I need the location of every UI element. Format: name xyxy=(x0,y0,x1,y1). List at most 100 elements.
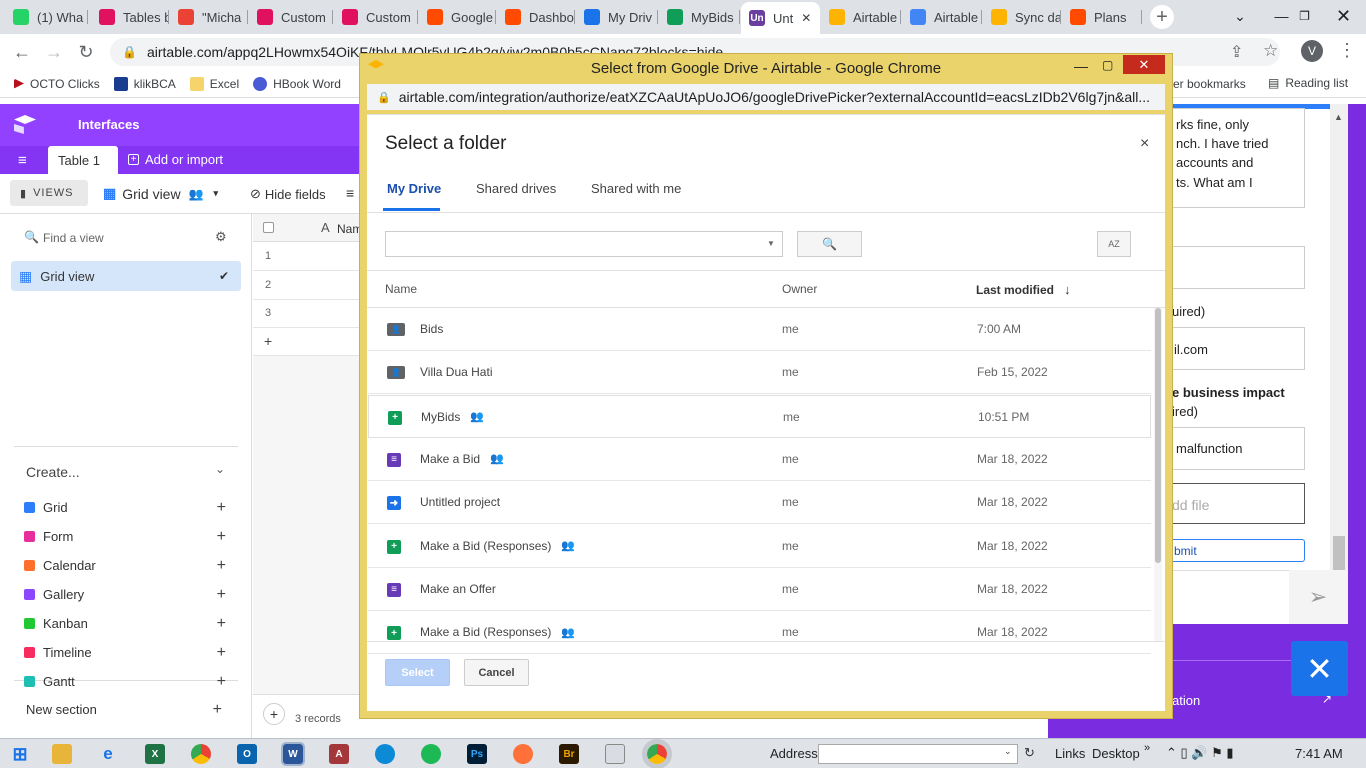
system-tray-icons[interactable]: ⌃ ▯ 🔊 ⚑ ▮ xyxy=(1166,745,1234,761)
plus-icon[interactable]: + xyxy=(217,499,226,517)
cancel-button[interactable]: Cancel xyxy=(464,659,529,686)
impact-field[interactable]: malfunction xyxy=(1168,427,1305,470)
browser-tab[interactable]: Dashbo xyxy=(497,4,575,30)
list-item[interactable]: + Make a Bid (Responses) 👥 me Mar 18, 2022 xyxy=(368,611,1151,655)
create-item-timeline[interactable]: Timeline + xyxy=(24,644,234,662)
outlook-icon[interactable]: O xyxy=(237,744,257,764)
browser-tab[interactable]: Google xyxy=(419,4,496,30)
filter-icon[interactable]: ≡ xyxy=(346,185,354,201)
list-scrollbar[interactable] xyxy=(1154,308,1162,641)
send-icon[interactable]: ➢ xyxy=(1289,570,1347,624)
interfaces-tab[interactable]: Interfaces xyxy=(78,117,139,132)
search-input[interactable] xyxy=(385,231,783,257)
tab-shared-with-me[interactable]: Shared with me xyxy=(591,181,681,196)
bridge-icon[interactable]: Br xyxy=(559,744,579,764)
new-tab-button[interactable]: + xyxy=(1150,5,1174,29)
panel-scrollbar[interactable] xyxy=(1330,104,1348,624)
browser-tab[interactable]: Tables b xyxy=(91,4,169,30)
close-tab-icon[interactable]: ✕ xyxy=(801,11,811,25)
message-input[interactable] xyxy=(1168,570,1289,624)
browser-tab[interactable]: Sync da xyxy=(983,4,1061,30)
sidebar-grid-view[interactable]: ▦ Grid view ✔ xyxy=(11,261,241,291)
column-header-owner[interactable]: Owner xyxy=(782,282,817,296)
edge-icon[interactable] xyxy=(375,744,395,764)
popup-address-bar[interactable]: 🔒 airtable.com/integration/authorize/eat… xyxy=(367,84,1165,110)
plus-icon[interactable]: + xyxy=(217,644,226,662)
internet-explorer-icon[interactable]: e xyxy=(98,744,118,764)
new-section-button[interactable]: New section + xyxy=(26,701,236,718)
bookmark-excel[interactable]: Excel xyxy=(189,76,239,91)
back-button[interactable]: ← xyxy=(6,36,38,68)
profile-avatar[interactable]: V xyxy=(1301,40,1323,62)
browser-tab[interactable]: Plans xyxy=(1062,4,1142,30)
list-item[interactable]: ≡ Make an Offer me Mar 18, 2022 xyxy=(368,568,1151,611)
browser-tab[interactable]: Custom xyxy=(334,4,418,30)
views-toggle[interactable]: ▮ VIEWS xyxy=(10,180,88,206)
plus-icon[interactable]: + xyxy=(217,586,226,604)
create-item-calendar[interactable]: Calendar + xyxy=(24,557,234,575)
windows-start-icon[interactable]: ⊞ xyxy=(10,744,30,764)
description-textarea[interactable]: rks fine, only nch. I have tried account… xyxy=(1168,108,1305,208)
plus-icon[interactable]: + xyxy=(217,557,226,575)
tab-my-drive[interactable]: My Drive xyxy=(387,181,441,196)
gear-icon[interactable]: ⚙ xyxy=(215,229,227,245)
create-item-gallery[interactable]: Gallery + xyxy=(24,586,234,604)
close-window-button[interactable]: ✕ xyxy=(1321,0,1366,32)
word-icon[interactable]: W xyxy=(281,742,305,766)
browser-tab[interactable]: My Driv xyxy=(576,4,658,30)
search-options-icon[interactable]: ▼ xyxy=(767,239,775,248)
list-item[interactable]: + Make a Bid (Responses) 👥 me Mar 18, 2022 xyxy=(368,525,1151,568)
search-button[interactable]: 🔍 xyxy=(797,231,862,257)
star-icon[interactable]: ☆ xyxy=(1263,41,1278,61)
hamburger-icon[interactable]: ≡ xyxy=(18,152,27,169)
close-icon[interactable]: × xyxy=(1140,135,1149,153)
forward-button[interactable]: → xyxy=(38,36,70,68)
desktop-toolbar[interactable]: Desktop xyxy=(1092,746,1140,761)
list-item[interactable]: + MyBids 👥 me 10:51 PM xyxy=(368,394,1151,438)
submit-button[interactable]: bmit xyxy=(1168,539,1305,562)
refresh-icon[interactable]: ↻ xyxy=(1024,745,1035,761)
share-icon[interactable]: ⇪ xyxy=(1230,42,1243,62)
other-bookmarks[interactable]: er bookmarks xyxy=(1173,77,1246,91)
chrome-active-icon[interactable] xyxy=(642,739,672,768)
reading-list[interactable]: ▤ Reading list xyxy=(1268,76,1348,90)
create-item-grid[interactable]: Grid + xyxy=(24,499,234,517)
list-item[interactable]: ≡ Make a Bid 👥 me Mar 18, 2022 xyxy=(368,438,1151,481)
plus-icon[interactable]: + xyxy=(217,615,226,633)
calculator-icon[interactable] xyxy=(605,744,625,764)
browser-tab[interactable]: Airtable xyxy=(902,4,982,30)
photoshop-icon[interactable]: Ps xyxy=(467,744,487,764)
grid-view-switcher[interactable]: ▦ Grid view 👥 ▾ xyxy=(103,185,218,202)
create-item-gantt[interactable]: Gantt + xyxy=(24,673,234,690)
excel-icon[interactable]: X xyxy=(145,744,165,764)
scroll-up-icon[interactable]: ▲ xyxy=(1334,112,1343,122)
address-input[interactable] xyxy=(818,744,1018,764)
file-explorer-icon[interactable] xyxy=(52,744,72,764)
create-item-kanban[interactable]: Kanban + xyxy=(24,615,234,633)
menu-icon[interactable]: ⋮ xyxy=(1338,40,1356,61)
create-item-form[interactable]: Form + xyxy=(24,528,234,545)
chevron-down-icon[interactable]: ⌄ xyxy=(215,462,225,476)
browser-tab[interactable]: "Micha xyxy=(170,4,248,30)
email-field[interactable]: il.com xyxy=(1168,327,1305,370)
add-import-button[interactable]: + Add or import xyxy=(128,152,223,167)
scrollbar-thumb[interactable] xyxy=(1155,308,1161,563)
tab-shared-drives[interactable]: Shared drives xyxy=(476,181,556,196)
add-file-button[interactable]: dd file xyxy=(1168,483,1305,524)
browser-tab[interactable]: MyBids xyxy=(659,4,740,30)
sort-az-icon[interactable]: AZ xyxy=(1097,231,1131,257)
clock[interactable]: 7:41 AM xyxy=(1295,746,1343,761)
browser-tab[interactable]: Un Unt ✕ xyxy=(741,2,820,34)
dropdown-icon[interactable]: ⌄ xyxy=(1004,746,1012,757)
add-record-icon[interactable]: + xyxy=(264,333,272,349)
links-toolbar[interactable]: Links xyxy=(1055,746,1085,761)
reload-button[interactable]: ↻ xyxy=(70,36,102,68)
list-item[interactable]: 👤 Villa Dua Hati me Feb 15, 2022 xyxy=(368,351,1151,395)
minimize-button[interactable]: — xyxy=(1074,58,1088,74)
maximize-button[interactable]: ▢ xyxy=(1102,58,1113,72)
integration-link[interactable]: ation xyxy=(1172,693,1200,708)
access-icon[interactable]: A xyxy=(329,744,349,764)
close-window-button[interactable]: ✕ xyxy=(1123,55,1165,74)
hide-fields-button[interactable]: ⊘ Hide fields xyxy=(250,186,326,202)
chrome-icon[interactable] xyxy=(191,744,211,764)
